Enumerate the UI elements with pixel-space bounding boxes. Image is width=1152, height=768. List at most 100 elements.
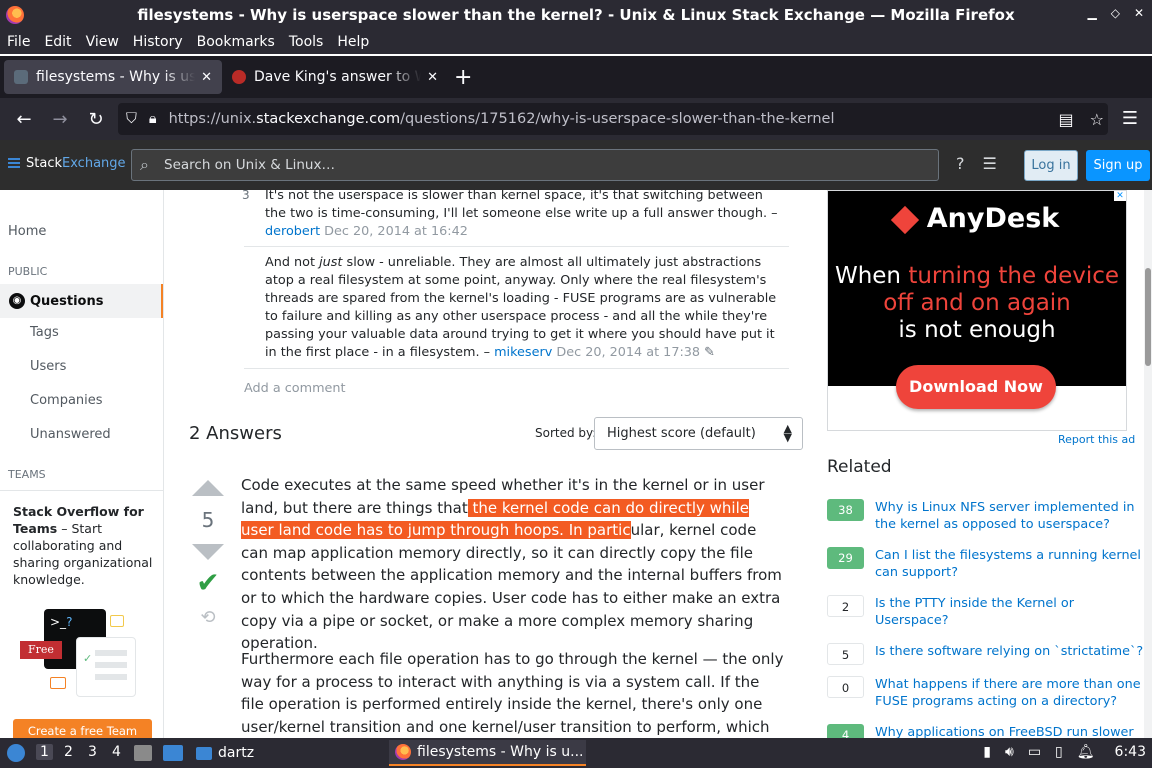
comment-divider — [244, 368, 789, 369]
related-score: 4 — [827, 724, 864, 738]
comment-user-link[interactable]: derobert — [265, 224, 320, 239]
close-window-icon[interactable]: ✕ — [1134, 6, 1144, 20]
accepted-check-icon: ✔ — [196, 566, 220, 599]
report-ad-link[interactable]: Report this ad — [1058, 433, 1135, 446]
site-logo[interactable]: Stack Exchange — [8, 156, 126, 171]
lock-icon[interactable]: 🔒︎ — [149, 111, 157, 127]
new-tab-button[interactable]: + — [454, 65, 472, 90]
history-icon[interactable]: ⟲ — [192, 607, 224, 628]
maximize-icon[interactable]: ◇ — [1111, 6, 1120, 20]
workspace-3[interactable]: 3 — [88, 744, 97, 760]
close-tab-icon[interactable]: ✕ — [427, 70, 438, 85]
related-link[interactable]: Why is Linux NFS server implemented in t… — [875, 499, 1147, 533]
upvote-icon[interactable] — [192, 480, 224, 496]
related-link[interactable]: Is the PTTY inside the Kernel or Userspa… — [875, 595, 1147, 629]
app-menu-icon[interactable]: ☰ — [1122, 108, 1138, 129]
related-link[interactable]: What happens if there are more than one … — [875, 676, 1147, 710]
scrollbar-thumb[interactable] — [1145, 268, 1151, 366]
folder-launcher[interactable]: dartz — [196, 741, 254, 765]
nav-users[interactable]: Users — [30, 359, 66, 374]
related-link[interactable]: Is there software relying on `strictatim… — [875, 643, 1147, 660]
related-item[interactable]: 2 Is the PTTY inside the Kernel or Usersp… — [827, 595, 1147, 629]
tab-filesystems[interactable]: filesystems - Why is userspace slower th… — [4, 60, 222, 94]
menu-file[interactable]: File — [0, 34, 37, 50]
workspace-2[interactable]: 2 — [64, 744, 73, 760]
site-switcher-icon[interactable]: ☰ — [983, 154, 997, 173]
related-item[interactable]: 29 Can I list the filesystems a running k… — [827, 547, 1147, 581]
network-icon[interactable]: ▭ — [1028, 744, 1041, 760]
url-bar[interactable]: ⛉ 🔒︎ https://unix. stackexchange.com/ques… — [118, 103, 1108, 135]
minimize-icon[interactable]: ▁ — [1087, 6, 1096, 20]
teams-promo: Stack Overflow for Teams – Start collabo… — [0, 490, 163, 738]
back-icon[interactable]: ← — [6, 109, 42, 130]
page-scrollbar[interactable] — [1144, 190, 1152, 738]
bookmark-star-icon[interactable]: ☆ — [1090, 110, 1104, 129]
forward-icon[interactable]: → — [42, 109, 78, 130]
downvote-icon[interactable] — [192, 544, 224, 560]
nav-questions-label: Questions — [30, 293, 104, 309]
search-icon: ⌕ — [140, 155, 149, 174]
shield-icon[interactable]: ⛉ — [126, 111, 137, 127]
answers-heading: 2 Answers — [189, 423, 282, 444]
signup-button[interactable]: Sign up — [1086, 150, 1150, 181]
clock[interactable]: 6:43 — [1115, 744, 1146, 760]
related-link[interactable]: Why applications on FreeBSD run slower — [875, 724, 1147, 738]
related-item[interactable]: 5 Is there software relying on `strictati… — [827, 643, 1147, 665]
file-manager-icon[interactable] — [134, 745, 152, 761]
edit-pencil-icon[interactable]: ✎ — [704, 345, 715, 360]
desktop-icon[interactable] — [163, 745, 183, 761]
menu-help[interactable]: Help — [330, 34, 376, 50]
logo-text-a: Stack — [26, 156, 62, 171]
reload-icon[interactable]: ↻ — [78, 109, 114, 130]
related-item[interactable]: 4 Why applications on FreeBSD run slower — [827, 724, 1147, 738]
related-item[interactable]: 0 What happens if there are more than one… — [827, 676, 1147, 710]
url-domain: stackexchange.com — [256, 111, 401, 127]
workspace-1[interactable]: 1 — [36, 744, 53, 760]
menu-bar: File Edit View History Bookmarks Tools H… — [0, 30, 1152, 54]
tab-quora[interactable]: Dave King's answer to Why ✕ — [222, 60, 448, 94]
login-button[interactable]: Log in — [1024, 150, 1078, 181]
menu-view[interactable]: View — [79, 34, 126, 50]
help-icon[interactable]: ? — [956, 154, 965, 173]
sort-select[interactable]: Highest score (default) ▲ ▼ — [594, 417, 803, 450]
comment-user-link[interactable]: mikeserv — [494, 345, 552, 360]
notes-icon[interactable]: ▯ — [1055, 744, 1063, 760]
add-comment-link[interactable]: Add a comment — [244, 381, 346, 396]
taskbar-firefox-task[interactable]: filesystems - Why is u... — [389, 740, 586, 766]
url-prefix: https://unix. — [168, 111, 257, 127]
start-menu-icon[interactable] — [7, 744, 25, 762]
nav-home[interactable]: Home — [8, 224, 46, 239]
right-sidebar: AnyDesk When turning the device off and … — [814, 190, 1152, 738]
navigation-bar: ← → ↻ ⛉ 🔒︎ https://unix. stackexchange.co… — [0, 98, 1152, 140]
close-tab-icon[interactable]: ✕ — [201, 70, 212, 85]
menu-tools[interactable]: Tools — [282, 34, 331, 50]
clipboard-icon[interactable]: ▮ — [983, 744, 991, 760]
menu-history[interactable]: History — [126, 34, 190, 50]
taskbar: 1 2 3 4 dartz filesystems - Why is u... … — [0, 738, 1152, 768]
create-team-button[interactable]: Create a free Team — [13, 719, 152, 738]
related-item[interactable]: 38 Why is Linux NFS server implemented in… — [827, 499, 1147, 533]
menu-bookmarks[interactable]: Bookmarks — [190, 34, 282, 50]
notification-icon[interactable]: 🔔︎ — [1077, 744, 1095, 760]
volume-icon[interactable]: 🔊︎ — [1005, 744, 1014, 760]
chat-bubble-icon — [50, 677, 66, 689]
menu-edit[interactable]: Edit — [37, 34, 78, 50]
comment-date[interactable]: Dec 20, 2014 at 17:38 — [556, 345, 700, 360]
nav-tags[interactable]: Tags — [30, 325, 59, 340]
window-controls: ▁ ◇ ✕ — [1087, 6, 1144, 20]
related-link[interactable]: Can I list the filesystems a running ker… — [875, 547, 1147, 581]
search-input[interactable]: ⌕ Search on Unix & Linux… — [131, 149, 939, 181]
advertisement[interactable]: AnyDesk When turning the device off and … — [827, 190, 1127, 431]
comment-date[interactable]: Dec 20, 2014 at 16:42 — [324, 224, 468, 239]
nav-questions[interactable]: ◉ Questions — [0, 284, 163, 318]
reader-view-icon[interactable]: ▤ — [1059, 110, 1074, 129]
workspace-4[interactable]: 4 — [112, 744, 121, 760]
nav-companies[interactable]: Companies — [30, 393, 103, 408]
nav-unanswered[interactable]: Unanswered — [30, 427, 111, 442]
answer-paragraph: Code executes at the same speed whether … — [241, 474, 786, 655]
quora-favicon — [232, 70, 246, 84]
ad-close-icon[interactable]: ✕ — [1114, 191, 1126, 201]
ad-download-button[interactable]: Download Now — [896, 365, 1056, 409]
window-titlebar: filesystems - Why is userspace slower th… — [0, 0, 1152, 30]
main-content: 3 It's not the userspace is slower than … — [164, 190, 814, 738]
